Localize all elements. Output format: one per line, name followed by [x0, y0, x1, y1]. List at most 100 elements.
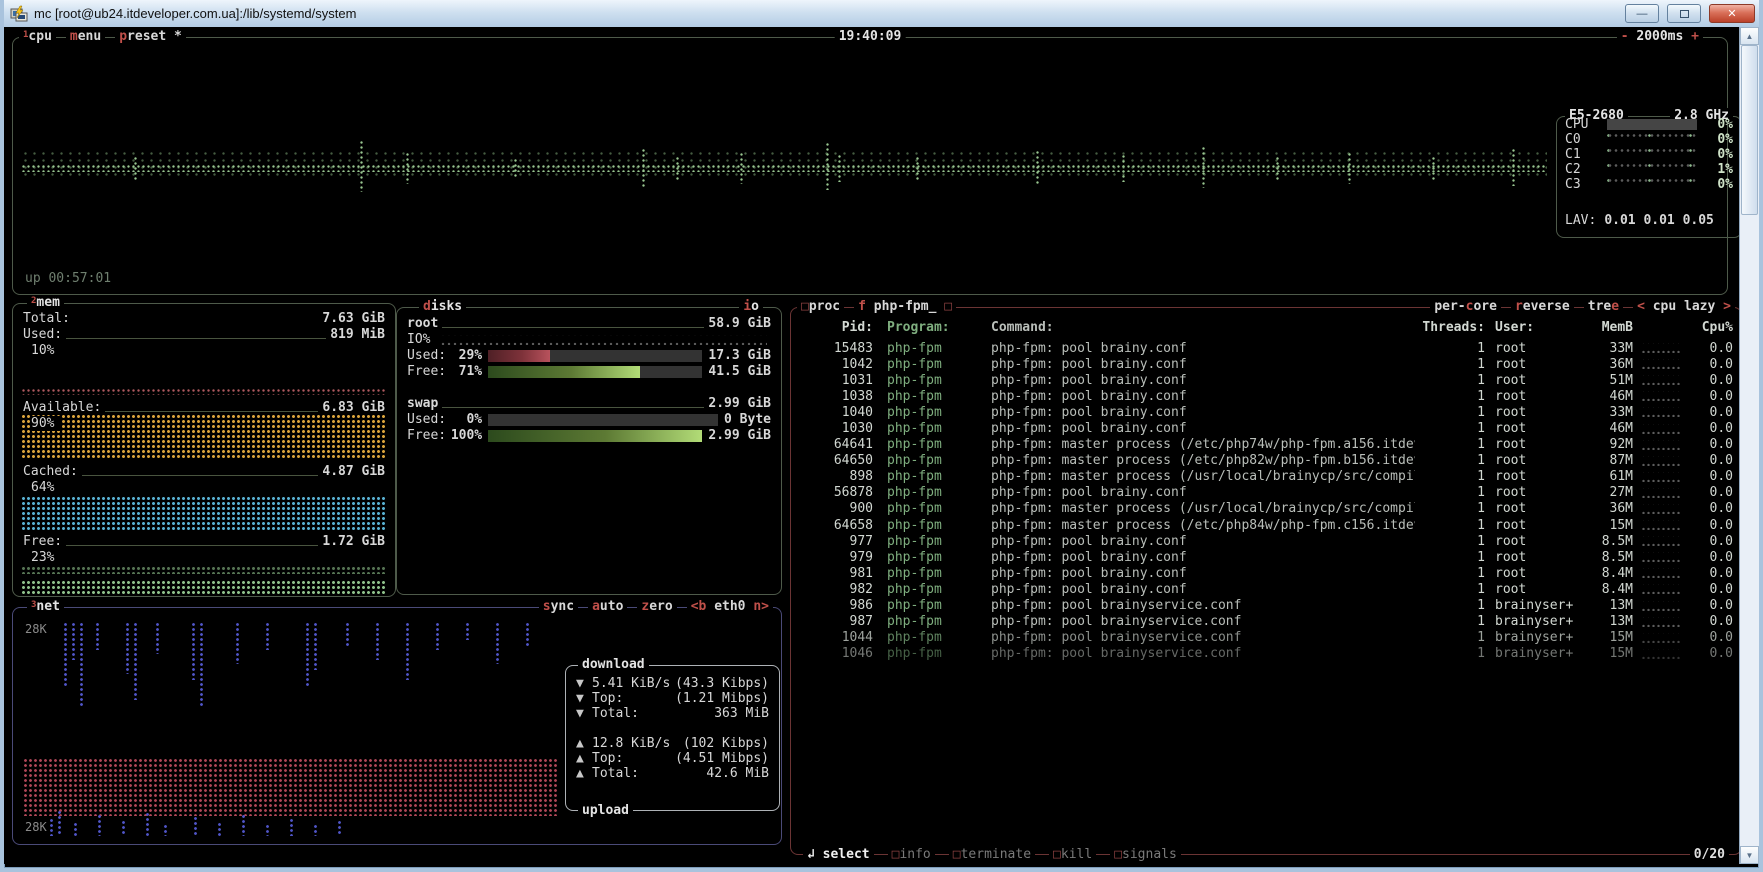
cpu-core-row: CPU 0%	[1565, 117, 1733, 132]
mem-used-percent: 10%	[31, 343, 62, 358]
upload-top-label: Top:	[592, 751, 623, 766]
col-memb[interactable]: MemB	[1581, 320, 1633, 335]
net-box-title[interactable]: 3net	[27, 599, 64, 614]
cpu-box-title[interactable]: 1cpu	[19, 29, 56, 44]
disk-swap-used-value: 0 Byte	[724, 412, 771, 427]
col-program[interactable]: Program:	[873, 320, 977, 335]
interval-plus-button[interactable]: +	[1691, 29, 1699, 44]
select-action[interactable]: ↲ select	[803, 847, 874, 862]
upload-arrow-icon: ▲	[576, 736, 592, 751]
disk-root-used-label: Used:	[407, 348, 446, 363]
mem-box: 2mem Total:7.63 GiB Used:819 MiB 10% Ava…	[12, 303, 396, 597]
proc-row[interactable]: 986 php-fpm php-fpm: pool brainyservice.…	[799, 598, 1733, 614]
uptime-label: up 00:57:01	[25, 271, 111, 286]
scroll-down-button[interactable]: ▼	[1740, 846, 1759, 864]
net-zero-toggle[interactable]: zero	[637, 599, 676, 614]
download-title: download	[578, 657, 649, 672]
net-auto-toggle[interactable]: auto	[588, 599, 627, 614]
proc-row[interactable]: 1044 php-fpm php-fpm: pool brainyservice…	[799, 630, 1733, 646]
disks-title[interactable]: disks	[419, 299, 466, 314]
disks-io-toggle[interactable]: io	[739, 299, 763, 314]
disk-swap-size: 2.99 GiB	[708, 396, 771, 411]
download-speed: 5.41 KiB/s	[592, 676, 670, 691]
mem-cached-value: 4.87 GiB	[322, 464, 385, 479]
mem-free-value: 1.72 GiB	[322, 534, 385, 549]
proc-action-button[interactable]: □signals	[1110, 847, 1181, 862]
proc-action-button[interactable]: □info	[888, 847, 935, 862]
proc-row[interactable]: 900 php-fpm php-fpm: master process (/us…	[799, 501, 1733, 517]
proc-row[interactable]: 977 php-fpm php-fpm: pool brainy.conf 1 …	[799, 533, 1733, 549]
download-total-value: 363 MiB	[714, 706, 769, 721]
disk-swap-free-percent: 100%	[446, 428, 482, 443]
scrollbar-thumb[interactable]	[1741, 45, 1758, 215]
proc-row[interactable]: 1046 php-fpm php-fpm: pool brainyservice…	[799, 646, 1733, 662]
proc-row[interactable]: 64650 php-fpm php-fpm: master process (/…	[799, 453, 1733, 469]
interval-minus-button[interactable]: -	[1621, 29, 1629, 44]
cpu-core-panel: E5-2680 2.8 GHz CPU 0% C0 0	[1556, 116, 1739, 238]
proc-action-button[interactable]: □kill	[1049, 847, 1096, 862]
proc-row[interactable]: 1038 php-fpm php-fpm: pool brainy.conf 1…	[799, 388, 1733, 404]
mem-cached-percent: 64%	[31, 480, 62, 495]
net-sync-toggle[interactable]: sync	[539, 599, 578, 614]
col-threads[interactable]: Threads:	[1415, 320, 1485, 335]
download-top-value: (1.21 Mibps)	[675, 691, 769, 706]
disks-panel: disks io root58.9 GiB IO% Used: 29% 17.3…	[396, 307, 782, 595]
proc-table-header: Pid: Program: Command: Threads: User: Me…	[799, 320, 1733, 335]
minimize-button[interactable]: —	[1625, 4, 1659, 23]
proc-row[interactable]: 979 php-fpm php-fpm: pool brainy.conf 1 …	[799, 549, 1733, 565]
proc-row[interactable]: 64658 php-fpm php-fpm: master process (/…	[799, 517, 1733, 533]
interval-control: - 2000ms +	[1617, 29, 1703, 44]
download-upload-panel: download ▼5.41 KiB/s(43.3 Kibps) ▼Top:(1…	[565, 665, 780, 811]
proc-row[interactable]: 15483 php-fpm php-fpm: pool brainy.conf …	[799, 340, 1733, 356]
proc-row[interactable]: 982 php-fpm php-fpm: pool brainy.conf 1 …	[799, 581, 1733, 597]
disk-root-free-value: 41.5 GiB	[708, 364, 771, 379]
proc-sort-selector[interactable]: < cpu lazy >	[1633, 299, 1735, 314]
menu-button[interactable]: menu	[66, 29, 105, 44]
proc-percore-toggle[interactable]: per-core	[1430, 299, 1501, 314]
proc-row[interactable]: 898 php-fpm php-fpm: master process (/us…	[799, 469, 1733, 485]
window-title: mc [root@ub24.itdeveloper.com.ua]:/lib/s…	[34, 6, 356, 21]
disk-swap-free-value: 2.99 GiB	[708, 428, 771, 443]
scroll-up-button[interactable]: ▲	[1740, 27, 1759, 45]
cpu-box: 1cpu menu preset * 19:40:09 - 2000ms +	[12, 37, 1728, 295]
scrollbar[interactable]: ▲ ▼	[1739, 27, 1759, 864]
proc-box-title[interactable]: □proc	[797, 299, 844, 314]
proc-tree-toggle[interactable]: tree	[1584, 299, 1623, 314]
preset-button[interactable]: preset *	[115, 29, 186, 44]
cpu-core-row: C1 0%	[1565, 147, 1733, 162]
proc-row[interactable]: 987 php-fpm php-fpm: pool brainyservice.…	[799, 614, 1733, 630]
col-user[interactable]: User:	[1485, 320, 1581, 335]
mem-total-value: 7.63 GiB	[322, 311, 385, 326]
terminal: 1cpu menu preset * 19:40:09 - 2000ms +	[4, 27, 1739, 864]
proc-box: □proc f php-fpm_ □ per-core reverse tree…	[790, 307, 1739, 855]
proc-search-input[interactable]: f php-fpm_ □	[854, 299, 956, 314]
cpu-core-row: C0 0%	[1565, 132, 1733, 147]
col-command[interactable]: Command:	[977, 320, 1415, 335]
proc-action-button[interactable]: □terminate	[949, 847, 1035, 862]
scrollbar-track[interactable]	[1740, 45, 1759, 846]
proc-row[interactable]: 981 php-fpm php-fpm: pool brainy.conf 1 …	[799, 565, 1733, 581]
proc-row[interactable]: 56878 php-fpm php-fpm: pool brainy.conf …	[799, 485, 1733, 501]
proc-row[interactable]: 1030 php-fpm php-fpm: pool brainy.conf 1…	[799, 420, 1733, 436]
proc-row[interactable]: 64641 php-fpm php-fpm: master process (/…	[799, 437, 1733, 453]
proc-row[interactable]: 1040 php-fpm php-fpm: pool brainy.conf 1…	[799, 404, 1733, 420]
cpu-core-row: C2 1%	[1565, 162, 1733, 177]
proc-reverse-toggle[interactable]: reverse	[1511, 299, 1574, 314]
net-scale-bottom: 28K	[25, 820, 47, 834]
mem-free-label: Free:	[23, 534, 62, 549]
mem-available-percent: 90%	[31, 416, 62, 431]
mem-box-title[interactable]: 2mem	[27, 295, 64, 310]
upload-speed-bits: (102 Kibps)	[683, 736, 769, 751]
upload-speed: 12.8 KiB/s	[592, 736, 670, 751]
maximize-button[interactable]	[1667, 4, 1701, 23]
col-pid[interactable]: Pid:	[799, 320, 873, 335]
proc-row[interactable]: 1042 php-fpm php-fpm: pool brainy.conf 1…	[799, 356, 1733, 372]
titlebar[interactable]: mc [root@ub24.itdeveloper.com.ua]:/lib/s…	[4, 0, 1759, 27]
net-interface-selector[interactable]: <b eth0 n>	[687, 599, 773, 614]
putty-icon	[10, 5, 28, 23]
proc-actions: □info □terminate □kill □signals	[888, 847, 1181, 862]
clock: 19:40:09	[835, 29, 906, 44]
close-button[interactable]: ✕	[1709, 4, 1755, 23]
proc-row[interactable]: 1031 php-fpm php-fpm: pool brainy.conf 1…	[799, 372, 1733, 388]
col-cpu[interactable]: Cpu%	[1685, 320, 1733, 335]
